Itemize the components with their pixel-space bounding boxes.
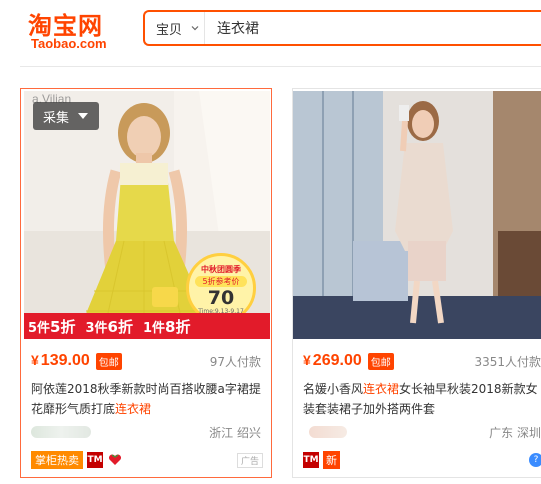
- promo-tier-1: 5件5折: [28, 317, 76, 336]
- product-card[interactable]: a.Vilian 采集 中秋团圆季 5折参考价 70 Time:9.13-9.1…: [20, 88, 272, 478]
- search-input[interactable]: [205, 12, 541, 44]
- shop-name-link[interactable]: [309, 426, 347, 438]
- header: 淘宝网 Taobao.com 宝贝: [0, 0, 541, 66]
- search-bar: 宝贝: [143, 10, 541, 46]
- product-title-link[interactable]: 阿依莲2018秋季新款时尚百搭收腰a字裙提花靡形气质打底连衣裙: [31, 379, 263, 419]
- heart-icon[interactable]: [107, 452, 123, 468]
- caret-down-icon: [78, 113, 89, 119]
- shop-location: 浙江 绍兴: [209, 425, 261, 440]
- header-divider: [20, 66, 541, 67]
- promo-tier-2: 3件6折: [85, 317, 133, 336]
- shop-row: 广东 深圳: [303, 423, 541, 441]
- price-row: ¥139.00 包邮 97人付款: [31, 351, 261, 371]
- price: ¥269.00: [303, 352, 362, 369]
- search-type-select[interactable]: 宝贝: [145, 12, 205, 44]
- ad-label: 广告: [236, 452, 263, 468]
- shop-name-link[interactable]: [31, 426, 91, 438]
- promo-tag-value: 70: [207, 287, 235, 309]
- chevron-down-icon: [191, 26, 199, 31]
- product-photo-dress-pink: [293, 91, 541, 339]
- product-title-link[interactable]: 名媛小香风连衣裙女长袖早秋装2018新款女装套装裙子加外搭两件套: [303, 379, 541, 419]
- promo-tier-3: 1件8折: [142, 317, 191, 336]
- price: ¥139.00: [31, 352, 90, 369]
- collect-button[interactable]: 采集: [33, 102, 99, 130]
- help-icon[interactable]: ?: [529, 453, 541, 467]
- new-badge[interactable]: 新: [323, 451, 340, 469]
- search-type-label: 宝贝: [156, 22, 183, 38]
- price-row: ¥269.00 包邮 3351人付款: [303, 351, 541, 371]
- hot-seller-badge[interactable]: 掌柜热卖: [31, 451, 83, 469]
- taobao-logo[interactable]: 淘宝网 Taobao.com: [28, 6, 120, 54]
- sales-count: 3351人付款: [474, 354, 541, 369]
- badge-row: 掌柜热卖 TM 广告: [31, 451, 263, 469]
- tmall-icon[interactable]: TM: [87, 452, 103, 468]
- free-shipping-badge: 包邮: [95, 352, 122, 370]
- promo-discount-bar: 5件5折 3件6折 1件8折: [24, 313, 270, 339]
- sales-count: 97人付款: [209, 354, 261, 369]
- logo-text-en: Taobao.com: [31, 36, 107, 51]
- badge-row: TM 新 ?: [303, 451, 541, 469]
- tmall-icon[interactable]: TM: [303, 452, 319, 468]
- collect-label: 采集: [43, 110, 70, 126]
- shop-row: 浙江 绍兴: [31, 423, 261, 441]
- free-shipping-badge: 包邮: [367, 352, 394, 370]
- product-card[interactable]: ¥269.00 包邮 3351人付款 名媛小香风连衣裙女长袖早秋装2018新款女…: [292, 88, 541, 478]
- product-image[interactable]: a.Vilian 采集 中秋团圆季 5折参考价 70 Time:9.13-9.1…: [24, 91, 270, 339]
- promo-tag-line1: 中秋团圆季: [201, 265, 241, 274]
- shop-location: 广东 深圳: [489, 425, 541, 440]
- promo-tag-line2: 5折参考价: [195, 276, 247, 287]
- product-image[interactable]: [293, 91, 541, 339]
- page: 淘宝网 Taobao.com 宝贝 连衣裙 a.Vilian 采集 中秋团圆季 …: [0, 0, 541, 484]
